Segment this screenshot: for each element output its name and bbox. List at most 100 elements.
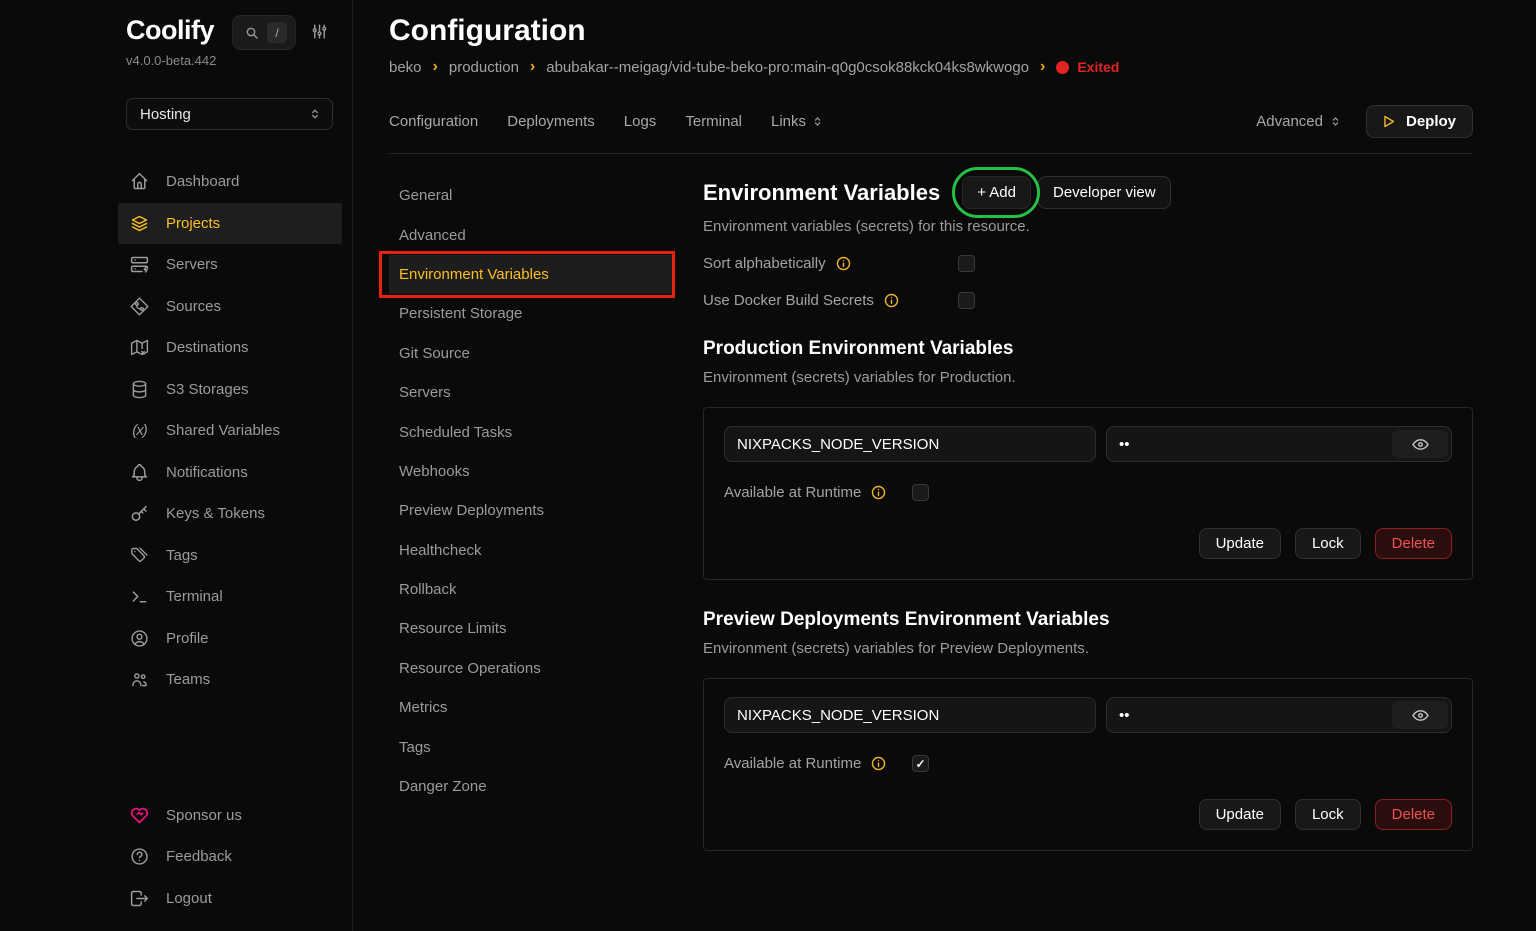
breadcrumb-environment[interactable]: production <box>449 59 519 76</box>
chevron-up-down-icon <box>811 115 824 128</box>
search-button[interactable]: / <box>232 15 296 50</box>
available-at-runtime-checkbox[interactable]: ✓ <box>912 755 929 772</box>
environment-variables-panel: Environment Variables + Add Developer vi… <box>703 176 1473 851</box>
subnav-item-general[interactable]: General <box>389 176 673 215</box>
sidebar-item-projects[interactable]: Projects <box>118 203 342 245</box>
sidebar-item-sources[interactable]: Sources <box>118 286 342 328</box>
subnav-item-label: Danger Zone <box>399 778 487 795</box>
reveal-value-button[interactable] <box>1392 430 1448 458</box>
subnav-item-servers[interactable]: Servers <box>389 373 673 412</box>
subnav-item-preview-deployments[interactable]: Preview Deployments <box>389 491 673 530</box>
chevron-up-down-icon <box>308 107 322 121</box>
subnav-item-environment-variables[interactable]: Environment Variables <box>389 255 673 294</box>
sidebar-item-profile[interactable]: Profile <box>118 618 342 660</box>
subnav-item-label: Scheduled Tasks <box>399 424 512 441</box>
preview-variable-card: Available at Runtime ✓ Update Lock Delet… <box>703 678 1473 851</box>
divider <box>389 153 1473 154</box>
subnav-item-webhooks[interactable]: Webhooks <box>389 452 673 491</box>
layers-icon <box>129 213 150 234</box>
play-icon <box>1380 113 1397 130</box>
advanced-dropdown[interactable]: Advanced <box>1256 113 1342 130</box>
sidebar-item-servers[interactable]: Servers <box>118 244 342 286</box>
info-icon <box>883 292 900 309</box>
subnav-item-resource-operations[interactable]: Resource Operations <box>389 649 673 688</box>
section-heading: Environment Variables <box>703 180 940 206</box>
logout-icon <box>129 888 150 909</box>
workspace-select[interactable]: Hosting <box>126 98 333 130</box>
available-at-runtime-row: Available at Runtime ✓ <box>724 755 1452 772</box>
tab-deployments[interactable]: Deployments <box>507 113 595 130</box>
sidebar-item-destinations[interactable]: Destinations <box>118 327 342 369</box>
sidebar-item-label: Notifications <box>166 464 248 481</box>
update-button[interactable]: Update <box>1199 799 1281 830</box>
subnav-item-label: Preview Deployments <box>399 502 544 519</box>
sidebar-item-sponsor-us[interactable]: Sponsor us <box>118 795 342 837</box>
subnav-item-metrics[interactable]: Metrics <box>389 688 673 727</box>
tab-terminal[interactable]: Terminal <box>685 113 742 130</box>
subnav-item-healthcheck[interactable]: Healthcheck <box>389 531 673 570</box>
subnav-item-advanced[interactable]: Advanced <box>389 215 673 254</box>
sidebar-item-keys-tokens[interactable]: Keys & Tokens <box>118 493 342 535</box>
sidebar-item-label: Profile <box>166 630 209 647</box>
delete-button[interactable]: Delete <box>1375 799 1452 830</box>
chevron-right-icon: › <box>433 58 438 76</box>
production-section-subtitle: Environment (secrets) variables for Prod… <box>703 369 1473 386</box>
info-icon <box>870 755 887 772</box>
sidebar-item-feedback[interactable]: Feedback <box>118 836 342 878</box>
sidebar-item-dashboard[interactable]: Dashboard <box>118 161 342 203</box>
settings-subnav: General Advanced Environment Variables P… <box>389 176 673 851</box>
eye-icon <box>1411 435 1430 454</box>
subnav-item-label: Git Source <box>399 345 470 362</box>
sidebar-item-tags[interactable]: Tags <box>118 535 342 577</box>
docker-build-secrets-checkbox[interactable] <box>958 292 975 309</box>
sidebar-item-label: Destinations <box>166 339 249 356</box>
subnav-item-label: Tags <box>399 739 431 756</box>
terminal-icon <box>129 586 150 607</box>
sidebar-item-shared-variables[interactable]: (x) Shared Variables <box>118 410 342 452</box>
reveal-value-button[interactable] <box>1392 701 1448 729</box>
subnav-item-scheduled-tasks[interactable]: Scheduled Tasks <box>389 412 673 451</box>
sidebar-item-s3-storages[interactable]: S3 Storages <box>118 369 342 411</box>
sidebar-item-label: S3 Storages <box>166 381 249 398</box>
eye-icon <box>1411 706 1430 725</box>
tab-links[interactable]: Links <box>771 113 824 130</box>
tab-configuration[interactable]: Configuration <box>389 113 478 130</box>
update-button[interactable]: Update <box>1199 528 1281 559</box>
users-icon <box>129 669 150 690</box>
subnav-item-resource-limits[interactable]: Resource Limits <box>389 609 673 648</box>
info-icon <box>835 255 852 272</box>
sidebar-item-notifications[interactable]: Notifications <box>118 452 342 494</box>
breadcrumb-team[interactable]: beko <box>389 59 422 76</box>
subnav-item-git-source[interactable]: Git Source <box>389 334 673 373</box>
tab-logs[interactable]: Logs <box>624 113 657 130</box>
settings-sliders-icon[interactable] <box>310 22 329 41</box>
sidebar-item-label: Sources <box>166 298 221 315</box>
subnav-item-rollback[interactable]: Rollback <box>389 570 673 609</box>
subnav-item-persistent-storage[interactable]: Persistent Storage <box>389 294 673 333</box>
available-at-runtime-checkbox[interactable] <box>912 484 929 501</box>
tab-links-label: Links <box>771 113 806 130</box>
add-button[interactable]: + Add <box>962 176 1031 209</box>
chevron-up-down-icon <box>1329 115 1342 128</box>
subnav-item-label: Webhooks <box>399 463 470 480</box>
lock-button[interactable]: Lock <box>1295 799 1361 830</box>
delete-button[interactable]: Delete <box>1375 528 1452 559</box>
key-icon <box>129 503 150 524</box>
variable-key-input[interactable] <box>724 426 1096 462</box>
deploy-button[interactable]: Deploy <box>1366 105 1473 138</box>
sidebar-item-logout[interactable]: Logout <box>118 878 342 920</box>
developer-view-button[interactable]: Developer view <box>1038 176 1171 209</box>
sidebar-item-teams[interactable]: Teams <box>118 659 342 701</box>
sidebar-item-terminal[interactable]: Terminal <box>118 576 342 618</box>
breadcrumb-resource[interactable]: abubakar--meigag/vid-tube-beko-pro:main-… <box>546 59 1029 76</box>
sort-alphabetically-checkbox[interactable] <box>958 255 975 272</box>
variable-key-input[interactable] <box>724 697 1096 733</box>
subnav-item-tags[interactable]: Tags <box>389 727 673 766</box>
main-content: Configuration beko › production › abubak… <box>353 0 1536 931</box>
variable-icon: (x) <box>129 420 150 441</box>
lock-button[interactable]: Lock <box>1295 528 1361 559</box>
status-dot-icon <box>1056 61 1069 74</box>
subnav-item-danger-zone[interactable]: Danger Zone <box>389 767 673 806</box>
status-text: Exited <box>1077 59 1119 75</box>
advanced-dropdown-label: Advanced <box>1256 113 1323 130</box>
